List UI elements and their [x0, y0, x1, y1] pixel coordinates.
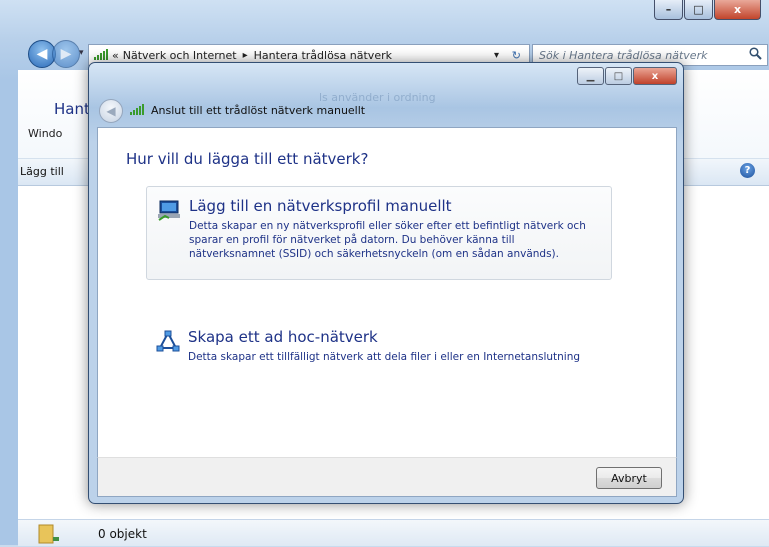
search-placeholder: Sök i Hantera trådlösa nätverk [539, 48, 708, 62]
adhoc-network-icon [156, 330, 180, 352]
dialog-maximize-button[interactable]: □ [605, 67, 632, 85]
window-caption-buttons: – □ x [654, 0, 761, 20]
forward-button[interactable]: ▶ [52, 40, 80, 68]
overflow-icon[interactable]: « [112, 49, 119, 62]
option-add-profile-description: Detta skapar en ny nätverksprofil eller … [189, 220, 586, 260]
close-button[interactable]: x [714, 0, 761, 20]
breadcrumb-separator-icon[interactable]: ▸ [243, 50, 248, 61]
recent-pages-chevron-icon[interactable]: ▾ [79, 48, 84, 58]
option-create-adhoc[interactable]: Skapa ett ad hoc-nätverk Detta skapar et… [146, 318, 610, 378]
network-profile-icon [157, 199, 180, 221]
add-network-dialog: ▁ □ x ls använder i ordning ◀ Anslut til… [88, 62, 684, 504]
option-add-profile-title: Lägg till en nätverksprofil manuellt [189, 197, 452, 215]
dialog-minimize-button[interactable]: ▁ [577, 67, 604, 85]
maximize-button[interactable]: □ [684, 0, 713, 20]
wireless-signal-icon [129, 103, 145, 118]
folder-icon [38, 522, 60, 547]
address-dropdown-icon[interactable]: ▾ [494, 50, 499, 61]
option-adhoc-description: Detta skapar ett tillfälligt nätverk att… [188, 351, 581, 363]
item-count: 0 objekt [98, 527, 147, 541]
network-signal-icon [93, 48, 109, 63]
breadcrumb-network-internet[interactable]: Nätverk och Internet [123, 49, 237, 62]
dialog-body: Hur vill du lägga till ett nätverk? Lägg… [97, 127, 677, 459]
refresh-icon[interactable]: ↻ [512, 49, 521, 62]
page-title: Hant [54, 100, 90, 118]
minimize-button[interactable]: – [654, 0, 683, 20]
dialog-caption-buttons: ▁ □ x [577, 67, 677, 85]
breadcrumb-manage-wireless[interactable]: Hantera trådlösa nätverk [254, 49, 392, 62]
dialog-heading: Hur vill du lägga till ett nätverk? [126, 150, 369, 168]
search-icon[interactable] [749, 47, 762, 63]
add-button[interactable]: Lägg till [20, 165, 64, 178]
page-subtitle: Windo [28, 127, 63, 140]
help-icon[interactable]: ? [740, 163, 755, 178]
dialog-title-text: Anslut till ett trådlöst nätverk manuell… [151, 104, 366, 117]
dialog-title: Anslut till ett trådlöst nätverk manuell… [129, 103, 365, 118]
dialog-footer: Avbryt [97, 457, 677, 497]
cancel-button[interactable]: Avbryt [596, 467, 662, 489]
status-bar: 0 objekt [18, 519, 769, 546]
dialog-back-button[interactable]: ◀ [99, 99, 123, 123]
dialog-close-button[interactable]: x [633, 67, 677, 85]
option-adhoc-title: Skapa ett ad hoc-nätverk [188, 328, 378, 346]
option-add-profile-manually[interactable]: Lägg till en nätverksprofil manuellt Det… [146, 186, 612, 280]
